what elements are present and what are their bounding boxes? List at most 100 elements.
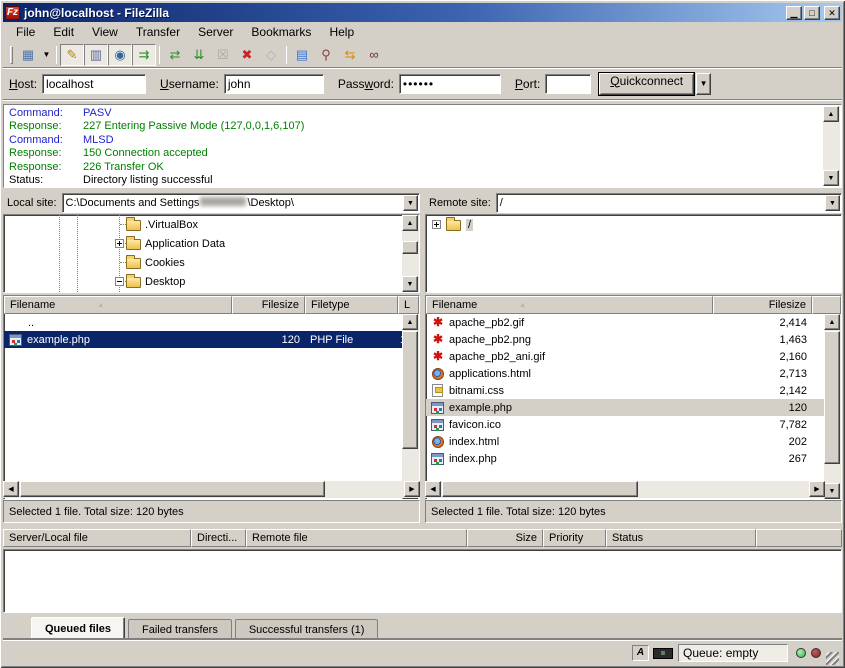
local-tree-scrollbar[interactable]: ▲ ▼	[402, 215, 419, 292]
remote-list-scrollbar[interactable]: ▲ ▼	[824, 314, 841, 499]
tree-item[interactable]: /	[426, 215, 841, 234]
remote-site-combo[interactable]: / ▼	[496, 193, 842, 213]
port-input[interactable]	[545, 74, 591, 94]
tree-item-cookies[interactable]: Cookies	[4, 253, 419, 272]
tab-failed-transfers[interactable]: Failed transfers	[128, 619, 232, 639]
column-lastmodified[interactable]: L	[398, 296, 419, 314]
menu-transfer[interactable]: Transfer	[127, 23, 189, 41]
scroll-right-icon[interactable]: ▶	[404, 481, 420, 497]
tree-expander-icon[interactable]	[432, 220, 441, 229]
file-row[interactable]: ..	[4, 314, 419, 331]
toggle-transfer-queue-button[interactable]: ⇉	[132, 44, 156, 66]
minimize-button[interactable]: ▁	[786, 6, 802, 20]
column-filename[interactable]: Filename▲	[4, 296, 232, 314]
column-filetype[interactable]: Filetype	[305, 296, 398, 314]
toggle-remote-treeview-button[interactable]: ◉	[108, 44, 132, 66]
menu-help[interactable]: Help	[320, 23, 363, 41]
resize-grip[interactable]	[826, 652, 839, 665]
scroll-thumb[interactable]	[402, 241, 418, 254]
find-files-button[interactable]: ⚲	[314, 44, 338, 66]
menu-bookmarks[interactable]: Bookmarks	[242, 23, 320, 41]
reconnect-button[interactable]: ◇	[259, 44, 283, 66]
queue-column[interactable]	[756, 529, 842, 547]
maximize-button[interactable]: □	[804, 6, 820, 20]
scroll-right-icon[interactable]: ▶	[809, 481, 825, 497]
tree-item--virtualbox[interactable]: .VirtualBox	[4, 215, 419, 234]
toggle-local-treeview-icon: ▥	[90, 47, 102, 63]
tree-expander-icon[interactable]	[115, 277, 124, 286]
toolbar-grip	[10, 46, 13, 64]
scroll-down-icon[interactable]: ▼	[402, 276, 418, 292]
menu-file[interactable]: File	[7, 23, 44, 41]
synchronized-browsing-button[interactable]: ⇆	[338, 44, 362, 66]
scroll-thumb[interactable]	[402, 331, 418, 449]
file-row[interactable]: applications.html 2,713	[426, 365, 841, 382]
scroll-down-icon[interactable]: ▼	[823, 170, 839, 186]
toggle-message-log-button[interactable]: ✎	[60, 44, 84, 66]
quickconnect-button[interactable]: Quickconnect	[599, 73, 694, 95]
password-input[interactable]: ••••••	[399, 74, 501, 94]
scroll-thumb[interactable]	[824, 331, 840, 464]
log-line: Status:Directory listing successful	[9, 174, 823, 186]
speed-limit-indicator-icon[interactable]: ≣	[653, 648, 673, 659]
file-row[interactable]: bitnami.css 2,142	[426, 382, 841, 399]
remote-hscrollbar[interactable]: ◀ ▶	[425, 481, 825, 498]
chevron-down-icon[interactable]: ▼	[403, 195, 418, 211]
tree-item-desktop[interactable]: Desktop	[4, 272, 419, 291]
directory-comparison-button[interactable]: ▤	[290, 44, 314, 66]
local-site-combo[interactable]: C:\Documents and Settings\Desktop\ ▼	[62, 193, 420, 213]
close-button[interactable]: ✕	[824, 6, 840, 20]
log-scrollbar[interactable]: ▲ ▼	[823, 106, 840, 186]
local-hscrollbar[interactable]: ◀ ▶	[3, 481, 420, 498]
tree-item-application-data[interactable]: Application Data	[4, 234, 419, 253]
file-row[interactable]: example.php 120	[426, 399, 841, 416]
queue-column[interactable]: Size	[467, 529, 543, 547]
queue-column[interactable]: Status	[606, 529, 756, 547]
file-row[interactable]: favicon.ico 7,782	[426, 416, 841, 433]
column-filesize[interactable]: Filesize	[232, 296, 305, 314]
file-row[interactable]: apache_pb2.png 1,463	[426, 331, 841, 348]
column-filename[interactable]: Filename▲	[426, 296, 713, 314]
file-row[interactable]: index.html 202	[426, 433, 841, 450]
file-icon	[9, 316, 23, 329]
scroll-up-icon[interactable]: ▲	[402, 215, 418, 231]
datatype-indicator-icon[interactable]: A	[632, 645, 649, 661]
queue-column[interactable]: Directi...	[191, 529, 246, 547]
file-row[interactable]: example.php 120 PHP File 1	[4, 331, 419, 348]
tab-queued-files[interactable]: Queued files	[31, 617, 125, 639]
file-row[interactable]: apache_pb2.gif 2,414	[426, 314, 841, 331]
queue-column[interactable]: Server/Local file	[3, 529, 191, 547]
tab-successful-transfers-1-[interactable]: Successful transfers (1)	[235, 619, 379, 639]
file-row[interactable]: index.php 267	[426, 450, 841, 467]
scroll-down-icon[interactable]: ▼	[824, 483, 840, 499]
queue-list[interactable]	[3, 549, 842, 613]
column-filesize[interactable]: Filesize	[713, 296, 812, 314]
scroll-up-icon[interactable]: ▲	[823, 106, 839, 122]
queue-column[interactable]: Remote file	[246, 529, 467, 547]
host-input[interactable]: localhost	[42, 74, 146, 94]
local-list-scrollbar[interactable]: ▲ ▼	[402, 314, 419, 499]
menu-edit[interactable]: Edit	[44, 23, 83, 41]
site-manager-dropdown[interactable]: ▼	[40, 44, 53, 66]
process-queue-button[interactable]: ⇊	[187, 44, 211, 66]
refresh-button[interactable]: ⇄	[163, 44, 187, 66]
scroll-up-icon[interactable]: ▲	[824, 314, 840, 330]
scroll-left-icon[interactable]: ◀	[3, 481, 19, 497]
menu-server[interactable]: Server	[189, 23, 242, 41]
file-row[interactable]: apache_pb2_ani.gif 2,160	[426, 348, 841, 365]
queue-column[interactable]: Priority	[543, 529, 606, 547]
username-input[interactable]: john	[224, 74, 324, 94]
disconnect-button[interactable]: ✖	[235, 44, 259, 66]
quickconnect-dropdown[interactable]: ▼	[696, 73, 711, 95]
scroll-thumb[interactable]	[20, 481, 325, 497]
filter-button[interactable]: ∞	[362, 44, 386, 66]
site-manager-button[interactable]: ▦	[16, 44, 40, 66]
menu-view[interactable]: View	[83, 23, 127, 41]
tree-expander-icon[interactable]	[115, 239, 124, 248]
toggle-local-treeview-button[interactable]: ▥	[84, 44, 108, 66]
scroll-left-icon[interactable]: ◀	[425, 481, 441, 497]
scroll-thumb[interactable]	[442, 481, 638, 497]
scroll-up-icon[interactable]: ▲	[402, 314, 418, 330]
chevron-down-icon[interactable]: ▼	[825, 195, 840, 211]
cancel-operation-button[interactable]: ☒	[211, 44, 235, 66]
